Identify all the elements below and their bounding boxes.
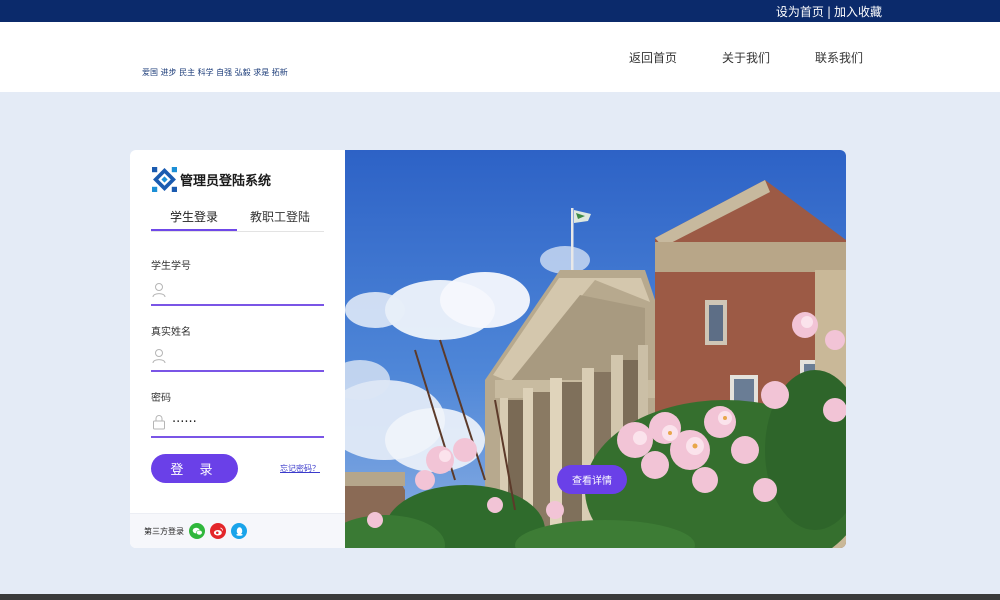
- forgot-password-link[interactable]: 忘记密码？: [280, 463, 320, 474]
- qq-login-button[interactable]: [231, 523, 247, 539]
- student-id-field[interactable]: [151, 276, 324, 306]
- login-panel: 管理员登陆系统 学生登录 教职工登陆 学生学号 真实姓名 密码 ······ 登…: [130, 150, 846, 548]
- login-button[interactable]: 登 录: [151, 454, 238, 483]
- user-icon: [152, 349, 166, 364]
- login-form-area: 管理员登陆系统 学生登录 教职工登陆 学生学号 真实姓名 密码 ······ 登…: [130, 150, 345, 548]
- nav-about[interactable]: 关于我们: [722, 49, 770, 66]
- password-field[interactable]: [151, 408, 324, 438]
- weibo-login-button[interactable]: [210, 523, 226, 539]
- login-tabs: 学生登录 教职工登陆: [151, 208, 324, 232]
- qq-icon: [235, 526, 243, 536]
- password-label: 密码: [151, 393, 171, 404]
- third-party-login: 第三方登录: [130, 513, 345, 548]
- real-name-label: 真实姓名: [151, 327, 191, 338]
- user-icon: [152, 283, 166, 298]
- tab-student-login[interactable]: 学生登录: [151, 208, 237, 231]
- top-bar: 设为首页 | 加入收藏: [0, 0, 1000, 22]
- weibo-icon: [213, 527, 223, 535]
- system-title: 管理员登陆系统: [180, 174, 272, 189]
- top-links: 设为首页 | 加入收藏: [776, 3, 882, 20]
- tab-staff-login[interactable]: 教职工登陆: [237, 208, 323, 231]
- student-id-input[interactable]: [172, 282, 317, 298]
- set-home-link[interactable]: 设为首页: [776, 5, 824, 19]
- site-header: 爱国 进步 民主 科学 自强 弘毅 求是 拓新 返回首页 关于我们 联系我们: [0, 22, 1000, 92]
- system-logo: 管理员登陆系统: [152, 167, 271, 192]
- top-links-separator: |: [826, 5, 831, 19]
- third-party-label: 第三方登录: [144, 526, 184, 536]
- view-details-button[interactable]: 查看详情: [557, 465, 627, 494]
- campus-photo: 查看详情: [345, 150, 846, 548]
- footer-strip: [0, 594, 1000, 600]
- password-input[interactable]: [172, 414, 317, 430]
- real-name-field[interactable]: [151, 342, 324, 372]
- wechat-login-button[interactable]: [189, 523, 205, 539]
- school-emblem-icon: [152, 167, 177, 192]
- lock-icon: [153, 415, 165, 430]
- add-favorite-link[interactable]: 加入收藏: [834, 5, 882, 19]
- nav-home[interactable]: 返回首页: [629, 49, 677, 66]
- nav-contact[interactable]: 联系我们: [815, 49, 863, 66]
- wechat-icon: [192, 527, 203, 535]
- student-id-label: 学生学号: [151, 261, 191, 272]
- real-name-input[interactable]: [172, 348, 317, 364]
- main-nav: 返回首页 关于我们 联系我们: [629, 49, 908, 66]
- school-slogan: 爱国 进步 民主 科学 自强 弘毅 求是 拓新: [142, 68, 288, 77]
